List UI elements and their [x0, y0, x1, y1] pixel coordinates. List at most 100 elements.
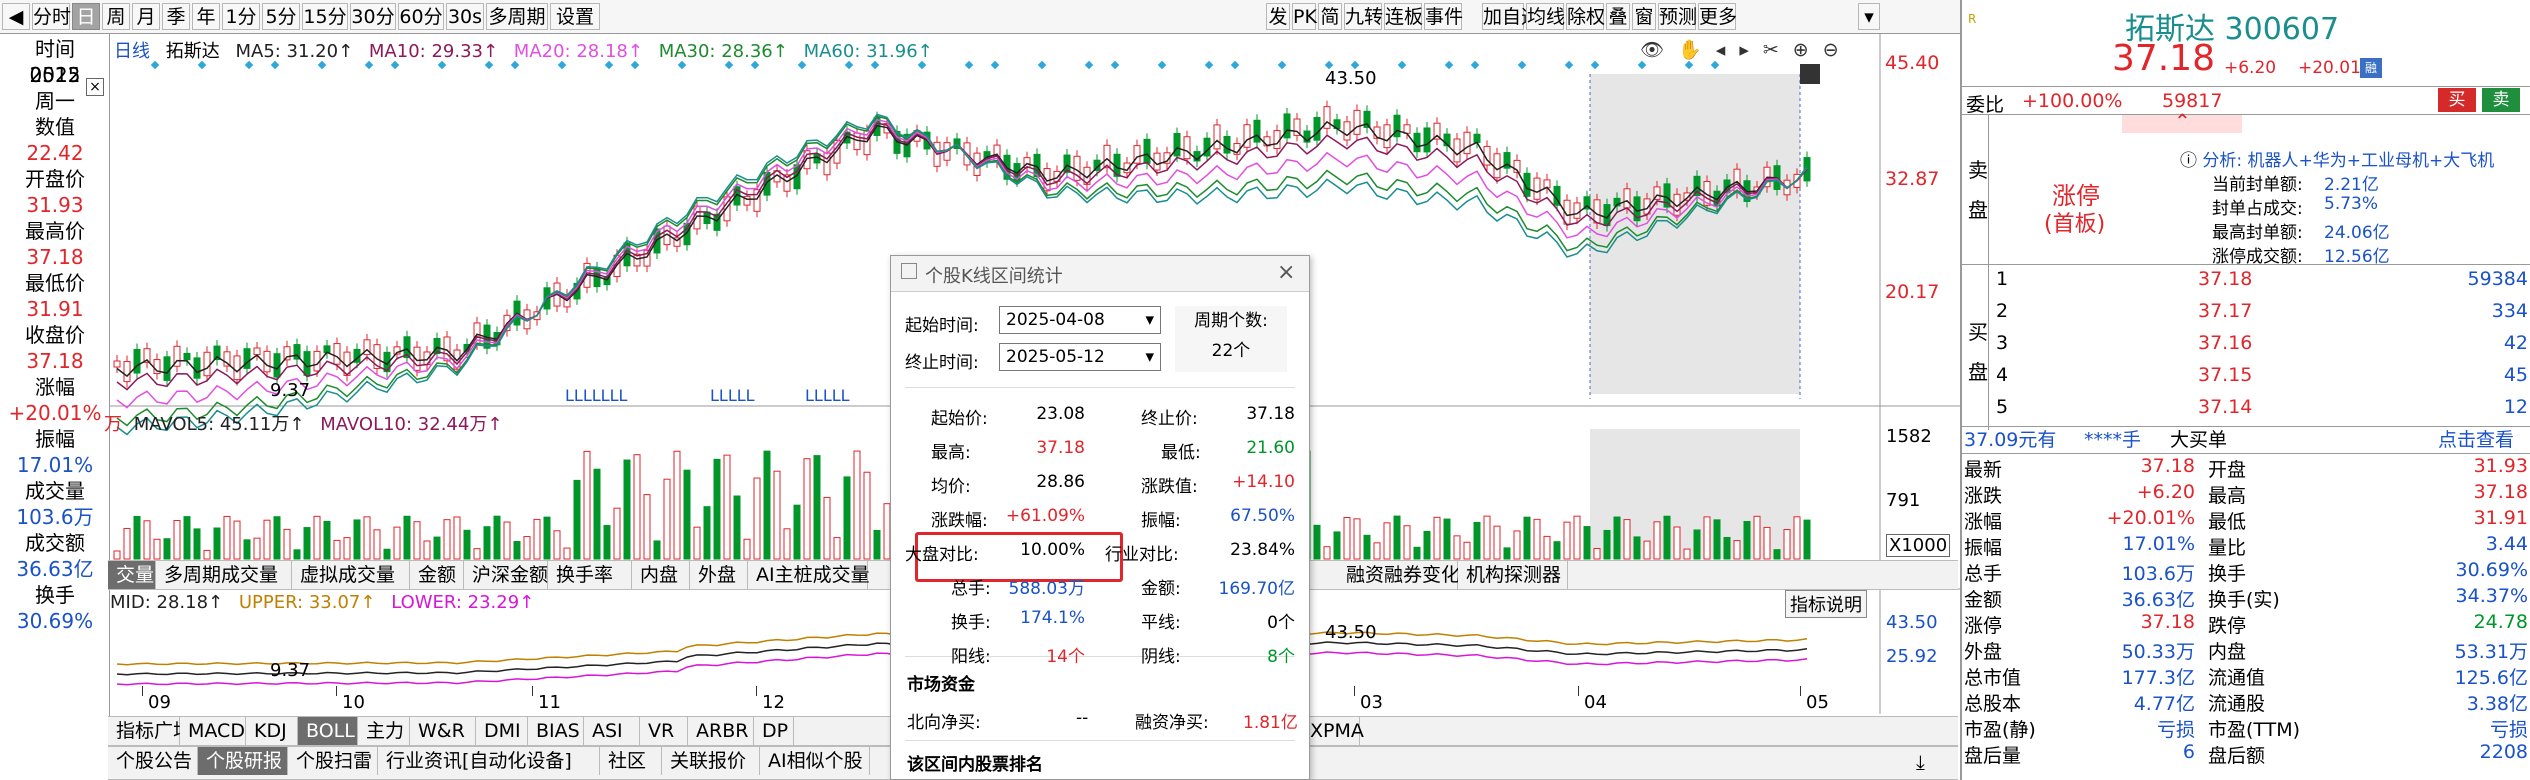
- ind-tab-11[interactable]: DP: [754, 717, 794, 745]
- bid-volume-0[interactable]: 59384: [2468, 268, 2528, 290]
- bid-volume-4[interactable]: 12: [2504, 396, 2528, 418]
- toolbar-btn-6[interactable]: 1分: [222, 3, 260, 30]
- left-info-panel: × 时间 2025 0512 周一 数值 22.42 开盘价 31.93 最高价 37.18 最低价…: [0, 34, 110, 780]
- toolbar-btn-10[interactable]: 60分: [398, 3, 444, 30]
- bid-volume-2[interactable]: 42: [2504, 332, 2528, 354]
- toolbar-btn-2[interactable]: 周: [102, 3, 130, 30]
- volume-bar: [623, 459, 631, 560]
- bottom-tab-5[interactable]: 关联报价: [662, 747, 760, 775]
- big-order-row[interactable]: 37.09元有 ****手 大买单 点击查看: [1962, 427, 2530, 454]
- toolbar-btn-1[interactable]: 日: [72, 3, 100, 30]
- seal-label-0: 当前封单额:: [2212, 175, 2303, 195]
- month-tick-6: [1800, 686, 1801, 696]
- ind-tab-0[interactable]: 指标广场: [108, 717, 192, 745]
- stat-k1-8: 总市值: [1964, 667, 2022, 689]
- stat-k2-7: 内盘: [2208, 641, 2247, 663]
- vol-tab-8[interactable]: AI主桩成交量: [748, 561, 870, 589]
- toolbar-btn-3[interactable]: 月: [132, 3, 160, 30]
- toolbar-right-btn-4[interactable]: 连板: [1384, 3, 1423, 30]
- dropdown-icon[interactable]: ▾: [1858, 3, 1880, 30]
- stat-v1-1: +6.20: [2136, 481, 2195, 503]
- volume-bar: [483, 526, 491, 560]
- bottom-tab-4[interactable]: 社区: [600, 747, 662, 775]
- toolbar-btn-9[interactable]: 30分: [350, 3, 396, 30]
- toolbar-btn-0[interactable]: 分时: [32, 3, 71, 30]
- toolbar-right-btn-2[interactable]: 简: [1318, 3, 1342, 30]
- bottom-tab-6[interactable]: AI相似个股: [760, 747, 870, 775]
- vol-tab-4[interactable]: 沪深金额: [464, 561, 548, 589]
- toolbar-btn-12[interactable]: 多周期: [486, 3, 548, 30]
- volume-bar: [673, 450, 681, 560]
- stat-k2-5: 换手(实): [2208, 589, 2280, 611]
- toolbar-btn-5[interactable]: 年: [192, 3, 220, 30]
- end-date-select[interactable]: 2025-05-12 ▾: [999, 343, 1161, 371]
- ind-tab-6[interactable]: DMI: [476, 717, 528, 745]
- stat-label-r-6: 平线:: [1141, 613, 1181, 633]
- toolbar-btn-7[interactable]: 5分: [262, 3, 300, 30]
- volume-bar: [663, 478, 671, 560]
- toolbar-btn-13[interactable]: 设置: [550, 3, 600, 30]
- candle-body: [1283, 113, 1291, 139]
- indicator-help-button[interactable]: 指标说明: [1785, 590, 1867, 618]
- close-icon[interactable]: ×: [1277, 260, 1295, 285]
- stat-k2-10: 市盈(TTM): [2208, 719, 2301, 741]
- finance-icon[interactable]: 融: [2360, 58, 2382, 78]
- ind-tab-9[interactable]: VR: [640, 717, 688, 745]
- vol-tab-6[interactable]: 内盘: [632, 561, 690, 589]
- bottom-tab-1[interactable]: 个股研报: [198, 747, 288, 775]
- ind-tab-2[interactable]: KDJ: [246, 717, 298, 745]
- toolbar-right-btn-5[interactable]: 事件: [1424, 3, 1463, 30]
- bottom-tab-2[interactable]: 个股扫雷: [288, 747, 378, 775]
- price-axis-low: 20.17: [1885, 281, 1940, 303]
- bid-volume-3[interactable]: 45: [2504, 364, 2528, 386]
- buy-button[interactable]: 买: [2438, 88, 2476, 112]
- popup-titlebar[interactable]: 个股K线区间统计 ×: [891, 256, 1309, 292]
- vol-tab-5[interactable]: 换手率: [548, 561, 632, 589]
- candle-body: [1493, 153, 1501, 179]
- toolbar-right-btn-9[interactable]: 叠: [1606, 3, 1630, 30]
- sell-button[interactable]: 卖: [2482, 88, 2520, 112]
- ind-tab-5[interactable]: W&R: [410, 717, 476, 745]
- toolbar-right-btn-7[interactable]: 均线: [1526, 3, 1565, 30]
- stat-k1-10: 市盈(静): [1964, 719, 2036, 741]
- month-tick-5: [1578, 686, 1579, 696]
- ind-tab-1[interactable]: MACD: [180, 717, 246, 745]
- download-icon[interactable]: ⤓: [1916, 750, 1925, 774]
- bottom-tab-0[interactable]: 个股公告: [108, 747, 198, 775]
- ind-tab-8[interactable]: ASI: [584, 717, 640, 745]
- stat-k1-3: 振幅: [1964, 537, 2003, 559]
- toolbar-btn-8[interactable]: 15分: [302, 3, 348, 30]
- collapse-icon[interactable]: ◀: [2, 3, 30, 30]
- vol-tab-1[interactable]: 多周期成交量: [156, 561, 292, 589]
- bid-volume-1[interactable]: 334: [2492, 300, 2528, 322]
- vol-tab-7[interactable]: 外盘: [690, 561, 748, 589]
- ind-tab-3[interactable]: BOLL: [298, 717, 358, 745]
- stat-v2-11: 2208: [2479, 741, 2528, 763]
- low-price-label: 9.37: [270, 380, 311, 401]
- ind-tab-4[interactable]: 主力: [358, 717, 410, 745]
- north-value: --: [1076, 708, 1089, 728]
- toolbar-right-btn-8[interactable]: 除权: [1566, 3, 1605, 30]
- toolbar-btn-11[interactable]: 30s: [446, 3, 484, 30]
- rank-title: 该区间内股票排名: [907, 755, 1043, 775]
- vol-tab-2[interactable]: 虚拟成交量: [292, 561, 410, 589]
- ind-tab-10[interactable]: ARBR: [688, 717, 754, 745]
- toolbar-right-btn-10[interactable]: 窗: [1632, 3, 1656, 30]
- vol-tab-3[interactable]: 金额: [410, 561, 464, 589]
- toolbar-right-btn-3[interactable]: 九转: [1344, 3, 1383, 30]
- toolbar-right-btn-12[interactable]: 更多: [1698, 3, 1737, 30]
- collapse-arrow-icon[interactable]: ⌃: [2122, 109, 2242, 133]
- toolbar-right-btn-6[interactable]: 加自选: [1482, 3, 1540, 30]
- toolbar-right-btn-11[interactable]: 预测: [1658, 3, 1697, 30]
- vol-tab-10[interactable]: 机构探测器: [1458, 561, 1568, 589]
- vol-tab-9[interactable]: 融资融券变化: [1338, 561, 1460, 589]
- toolbar-btn-4[interactable]: 季: [162, 3, 190, 30]
- toolbar-right-btn-0[interactable]: 发: [1266, 3, 1290, 30]
- volume-bar: [443, 519, 451, 560]
- left-value-4: 31.93: [26, 193, 84, 217]
- vol-tab-0[interactable]: 交量: [108, 561, 156, 589]
- start-date-select[interactable]: 2025-04-08 ▾: [999, 306, 1161, 334]
- bottom-tab-3[interactable]: 行业资讯[自动化设备]: [378, 747, 600, 775]
- toolbar-right-btn-1[interactable]: PK: [1292, 3, 1317, 30]
- ind-tab-7[interactable]: BIAS: [528, 717, 584, 745]
